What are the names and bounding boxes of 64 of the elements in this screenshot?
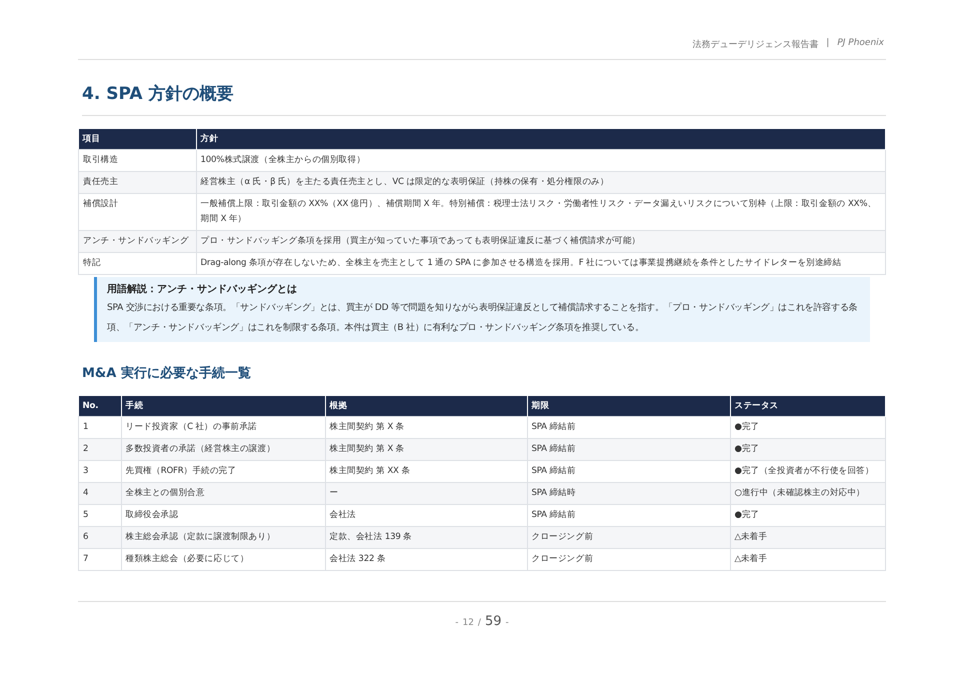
table-cell: 2 — [78, 438, 121, 460]
table-cell: 株主間契約 第 XX 条 — [325, 460, 527, 482]
column-header: 手続 — [121, 396, 325, 416]
total-pages: 59 — [484, 614, 502, 629]
table-cell: ○進行中（未確認株主の対応中） — [730, 482, 886, 504]
current-page: 12 — [462, 618, 474, 628]
table-cell: SPA 締結前 — [527, 504, 730, 526]
table-cell: 会社法 322 条 — [325, 548, 527, 570]
document-title: 法務デューデリジェンス報告書 — [692, 38, 818, 51]
table-cell: 先買権（ROFR）手続の完了 — [121, 460, 325, 482]
section-title: 4. SPA 方針の概要 — [82, 82, 886, 116]
table-cell: クロージング前 — [527, 548, 730, 570]
project-name: PJ Phoenix — [837, 38, 884, 50]
table-cell: クロージング前 — [527, 526, 730, 548]
column-header: ステータス — [730, 396, 886, 416]
column-header: 期限 — [527, 396, 730, 416]
table-cell: 100%株式譲渡（全株主からの個別取得） — [196, 150, 886, 172]
table-cell: ー — [325, 482, 527, 504]
table-cell: 特記 — [78, 252, 196, 274]
glossary-title: 用語解説：アンチ・サンドバッギングとは — [107, 282, 298, 296]
table-cell: 全株主との個別合意 — [121, 482, 325, 504]
table-cell: ●完了 — [730, 416, 886, 438]
table-cell: 株主総会承認（定款に譲渡制限あり） — [121, 526, 325, 548]
table-cell: ●完了 — [730, 504, 886, 526]
table-cell: 会社法 — [325, 504, 527, 526]
table-cell: アンチ・サンドバッギング — [78, 230, 196, 252]
table-cell: 種類株主総会（必要に応じて） — [121, 548, 325, 570]
glossary-text: SPA 交渉における重要な条項。「サンドバッギング」とは、買主が DD 等で問題を知りながら表明保証違反として補償請求することを指す。「プロ・サンドバッギング」はこれを許容する条項、「アンチ・サンドバッギング」はこれを制限する条項。本件は買主（B 社）に有利なプロ・サンドバッギング条項を推奨している。 — [107, 301, 858, 335]
table-cell: △未着手 — [730, 548, 886, 570]
table-cell: 補償設計 — [78, 194, 196, 230]
table-cell: 4 — [78, 482, 121, 504]
table-cell: ●完了 — [730, 438, 886, 460]
table-cell: 3 — [78, 460, 121, 482]
table-cell: プロ・サンドバッギング条項を採用（買主が知っていた事項であっても表明保証違反に基づく補償請求が可能） — [196, 230, 886, 252]
table-cell: 5 — [78, 504, 121, 526]
table-cell: △未着手 — [730, 526, 886, 548]
table-cell: SPA 締結前 — [527, 438, 730, 460]
column-header: 方針 — [196, 129, 886, 150]
separator: | — [826, 38, 830, 50]
table-cell: SPA 締結前 — [527, 460, 730, 482]
table-cell: 多数投資者の承諾（経営株主の譲渡） — [121, 438, 325, 460]
table-cell: リード投資家（C 社）の事前承諾 — [121, 416, 325, 438]
table-cell: 7 — [78, 548, 121, 570]
table-cell: ●完了（全投資者が不行使を回答） — [730, 460, 886, 482]
table-cell: 定款、会社法 139 条 — [325, 526, 527, 548]
subsection-title: M&A 実行に必要な手続一覧 — [82, 364, 252, 382]
column-header: No. — [78, 396, 121, 416]
table-cell: 取引構造 — [78, 150, 196, 172]
table-cell: 一般補償上限：取引金額の XX%（XX 億円）、補償期間 X 年。特別補償：税理士法リスク・労働者性リスク・データ漏えいリスクについて別枠（上限：取引金額の XX%、期間 X 年） — [196, 194, 886, 230]
table-cell: 株主間契約 第 X 条 — [325, 438, 527, 460]
page-number-dash: - — [506, 618, 509, 628]
column-header: 項目 — [78, 129, 196, 150]
table-cell: 取締役会承認 — [121, 504, 325, 526]
table-cell: 株主間契約 第 X 条 — [325, 416, 527, 438]
table-cell: 6 — [78, 526, 121, 548]
table-cell: 経営株主（α 氏・β 氏）を主たる責任売主とし、VC は限定的な表明保証（持株の保有・処分権限のみ） — [196, 172, 886, 194]
table-cell: 責任売主 — [78, 172, 196, 194]
column-header: 根拠 — [325, 396, 527, 416]
table-cell: 1 — [78, 416, 121, 438]
table-cell: SPA 締結前 — [527, 416, 730, 438]
page-slash: / — [478, 618, 481, 628]
table-cell: Drag-along 条項が存在しないため、全株主を売主として 1 通の SPA に参加させる構造を採用。F 社については事業提携継続を条件としたサイドレターを別途締結 — [196, 252, 886, 274]
table-cell: SPA 締結時 — [527, 482, 730, 504]
page-number-dash: - — [455, 618, 458, 628]
